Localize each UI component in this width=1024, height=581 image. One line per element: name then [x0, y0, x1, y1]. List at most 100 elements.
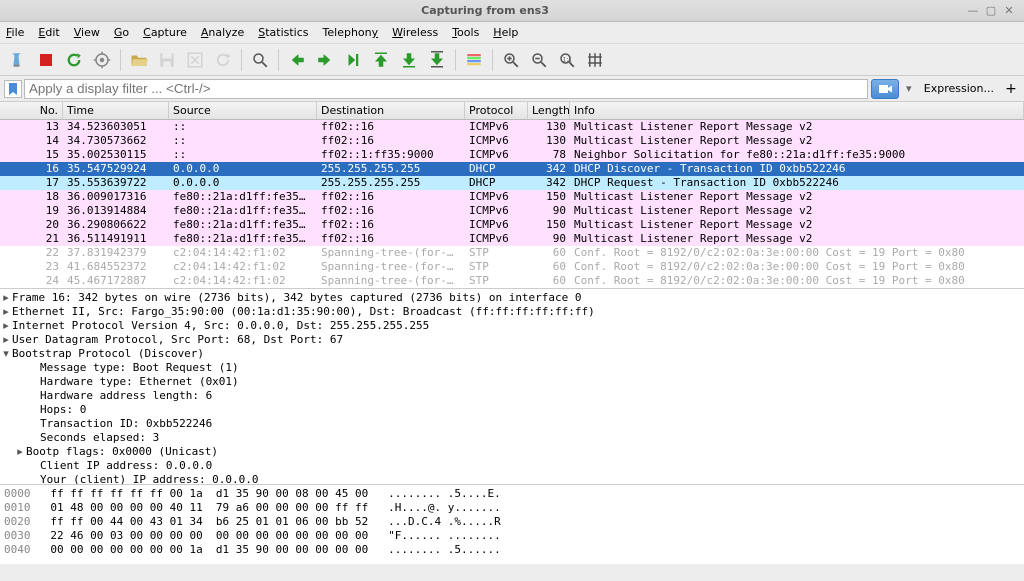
- detail-row[interactable]: Transaction ID: 0xbb522246: [0, 417, 1024, 431]
- colorize-button[interactable]: [461, 47, 487, 73]
- add-filter-button[interactable]: +: [1002, 81, 1020, 97]
- menu-telephony[interactable]: Telephony: [323, 26, 379, 39]
- detail-text: Seconds elapsed: 3: [40, 431, 159, 445]
- capture-options-button[interactable]: [89, 47, 115, 73]
- menu-view[interactable]: View: [74, 26, 100, 39]
- packet-list-header[interactable]: No. Time Source Destination Protocol Len…: [0, 102, 1024, 120]
- packet-row[interactable]: 2036.290806622fe80::21a:d1ff:fe35…ff02::…: [0, 218, 1024, 232]
- packet-row[interactable]: 1735.5536397220.0.0.0255.255.255.255DHCP…: [0, 176, 1024, 190]
- menu-bar: File Edit View Go Capture Analyze Statis…: [0, 22, 1024, 44]
- stop-capture-button[interactable]: [33, 47, 59, 73]
- packet-row[interactable]: 2237.831942379c2:04:14:42:f1:02Spanning-…: [0, 246, 1024, 260]
- save-file-button[interactable]: [154, 47, 180, 73]
- col-no[interactable]: No.: [0, 102, 63, 119]
- reload-button[interactable]: [210, 47, 236, 73]
- packet-row[interactable]: 1836.009017316fe80::21a:d1ff:fe35…ff02::…: [0, 190, 1024, 204]
- detail-row[interactable]: Hardware address length: 6: [0, 389, 1024, 403]
- detail-row[interactable]: ▸Bootp flags: 0x0000 (Unicast): [0, 445, 1024, 459]
- detail-text: Frame 16: 342 bytes on wire (2736 bits),…: [12, 291, 582, 305]
- detail-text: Transaction ID: 0xbb522246: [40, 417, 212, 431]
- menu-edit[interactable]: Edit: [38, 26, 59, 39]
- col-info[interactable]: Info: [570, 102, 1024, 119]
- packet-row[interactable]: 2136.511491911fe80::21a:d1ff:fe35…ff02::…: [0, 232, 1024, 246]
- close-button[interactable]: ✕: [1002, 4, 1016, 18]
- hex-row[interactable]: 0030 22 46 00 03 00 00 00 00 00 00 00 00…: [4, 529, 1020, 543]
- hex-row[interactable]: 0010 01 48 00 00 00 00 40 11 79 a6 00 00…: [4, 501, 1020, 515]
- detail-text: Bootstrap Protocol (Discover): [12, 347, 204, 361]
- resize-columns-button[interactable]: [582, 47, 608, 73]
- open-file-button[interactable]: [126, 47, 152, 73]
- detail-row[interactable]: Hops: 0: [0, 403, 1024, 417]
- col-protocol[interactable]: Protocol: [465, 102, 528, 119]
- packet-row[interactable]: 1535.002530115::ff02::1:ff35:9000ICMPv67…: [0, 148, 1024, 162]
- detail-text: Your (client) IP address: 0.0.0.0: [40, 473, 259, 484]
- detail-row[interactable]: ▸User Datagram Protocol, Src Port: 68, D…: [0, 333, 1024, 347]
- filter-bar: ▾ Expression... +: [0, 76, 1024, 102]
- packet-row[interactable]: 1434.730573662::ff02::16ICMPv6130Multica…: [0, 134, 1024, 148]
- detail-row[interactable]: ▸Frame 16: 342 bytes on wire (2736 bits)…: [0, 291, 1024, 305]
- close-file-button[interactable]: [182, 47, 208, 73]
- menu-tools[interactable]: Tools: [452, 26, 479, 39]
- bookmark-filter-button[interactable]: [4, 80, 22, 98]
- hex-row[interactable]: 0020 ff ff 00 44 00 43 01 34 b6 25 01 01…: [4, 515, 1020, 529]
- detail-row[interactable]: Your (client) IP address: 0.0.0.0: [0, 473, 1024, 484]
- detail-row[interactable]: ▾Bootstrap Protocol (Discover): [0, 347, 1024, 361]
- zoom-in-button[interactable]: [498, 47, 524, 73]
- menu-wireless[interactable]: Wireless: [392, 26, 438, 39]
- detail-row[interactable]: Message type: Boot Request (1): [0, 361, 1024, 375]
- menu-capture[interactable]: Capture: [143, 26, 187, 39]
- go-last-button[interactable]: [396, 47, 422, 73]
- packet-bytes-pane[interactable]: 0000 ff ff ff ff ff ff 00 1a d1 35 90 00…: [0, 484, 1024, 564]
- restart-capture-button[interactable]: [61, 47, 87, 73]
- packet-row[interactable]: 1936.013914884fe80::21a:d1ff:fe35…ff02::…: [0, 204, 1024, 218]
- menu-file[interactable]: File: [6, 26, 24, 39]
- go-back-button[interactable]: [284, 47, 310, 73]
- col-source[interactable]: Source: [169, 102, 317, 119]
- packet-row[interactable]: 1635.5475299240.0.0.0255.255.255.255DHCP…: [0, 162, 1024, 176]
- packet-row[interactable]: 1334.523603051::ff02::16ICMPv6130Multica…: [0, 120, 1024, 134]
- detail-row[interactable]: ▸Internet Protocol Version 4, Src: 0.0.0…: [0, 319, 1024, 333]
- detail-text: User Datagram Protocol, Src Port: 68, Ds…: [12, 333, 343, 347]
- filter-history-dropdown[interactable]: ▾: [902, 79, 916, 99]
- menu-statistics[interactable]: Statistics: [258, 26, 308, 39]
- go-first-button[interactable]: [368, 47, 394, 73]
- packet-row[interactable]: 2445.467172887c2:04:14:42:f1:02Spanning-…: [0, 274, 1024, 288]
- minimize-button[interactable]: —: [966, 4, 980, 18]
- go-to-packet-button[interactable]: [340, 47, 366, 73]
- expression-button[interactable]: Expression...: [916, 82, 1002, 95]
- tree-toggle-icon[interactable]: ▾: [0, 347, 12, 361]
- tree-toggle-icon[interactable]: ▸: [0, 291, 12, 305]
- col-length[interactable]: Length: [528, 102, 570, 119]
- hex-row[interactable]: 0040 00 00 00 00 00 00 00 1a d1 35 90 00…: [4, 543, 1020, 557]
- zoom-out-button[interactable]: [526, 47, 552, 73]
- start-capture-button[interactable]: [5, 47, 31, 73]
- maximize-button[interactable]: ▢: [984, 4, 998, 18]
- packet-row[interactable]: 2341.684552372c2:04:14:42:f1:02Spanning-…: [0, 260, 1024, 274]
- auto-scroll-button[interactable]: [424, 47, 450, 73]
- tree-toggle-icon[interactable]: ▸: [0, 319, 12, 333]
- menu-help[interactable]: Help: [493, 26, 518, 39]
- packet-list-pane[interactable]: No. Time Source Destination Protocol Len…: [0, 102, 1024, 288]
- tree-toggle-icon[interactable]: ▸: [14, 445, 26, 459]
- col-time[interactable]: Time: [63, 102, 169, 119]
- detail-text: Hardware type: Ethernet (0x01): [40, 375, 239, 389]
- detail-row[interactable]: Hardware type: Ethernet (0x01): [0, 375, 1024, 389]
- menu-go[interactable]: Go: [114, 26, 129, 39]
- svg-text:1:1: 1:1: [563, 56, 573, 63]
- detail-row[interactable]: ▸Ethernet II, Src: Fargo_35:90:00 (00:1a…: [0, 305, 1024, 319]
- hex-row[interactable]: 0000 ff ff ff ff ff ff 00 1a d1 35 90 00…: [4, 487, 1020, 501]
- packet-details-pane[interactable]: ▸Frame 16: 342 bytes on wire (2736 bits)…: [0, 288, 1024, 484]
- detail-text: Bootp flags: 0x0000 (Unicast): [26, 445, 218, 459]
- apply-filter-button[interactable]: [871, 79, 899, 99]
- col-destination[interactable]: Destination: [317, 102, 465, 119]
- detail-row[interactable]: Seconds elapsed: 3: [0, 431, 1024, 445]
- tree-toggle-icon[interactable]: ▸: [0, 305, 12, 319]
- find-packet-button[interactable]: [247, 47, 273, 73]
- display-filter-input[interactable]: [24, 79, 868, 99]
- detail-text: Hardware address length: 6: [40, 389, 212, 403]
- tree-toggle-icon[interactable]: ▸: [0, 333, 12, 347]
- detail-row[interactable]: Client IP address: 0.0.0.0: [0, 459, 1024, 473]
- zoom-reset-button[interactable]: 1:1: [554, 47, 580, 73]
- go-forward-button[interactable]: [312, 47, 338, 73]
- menu-analyze[interactable]: Analyze: [201, 26, 244, 39]
